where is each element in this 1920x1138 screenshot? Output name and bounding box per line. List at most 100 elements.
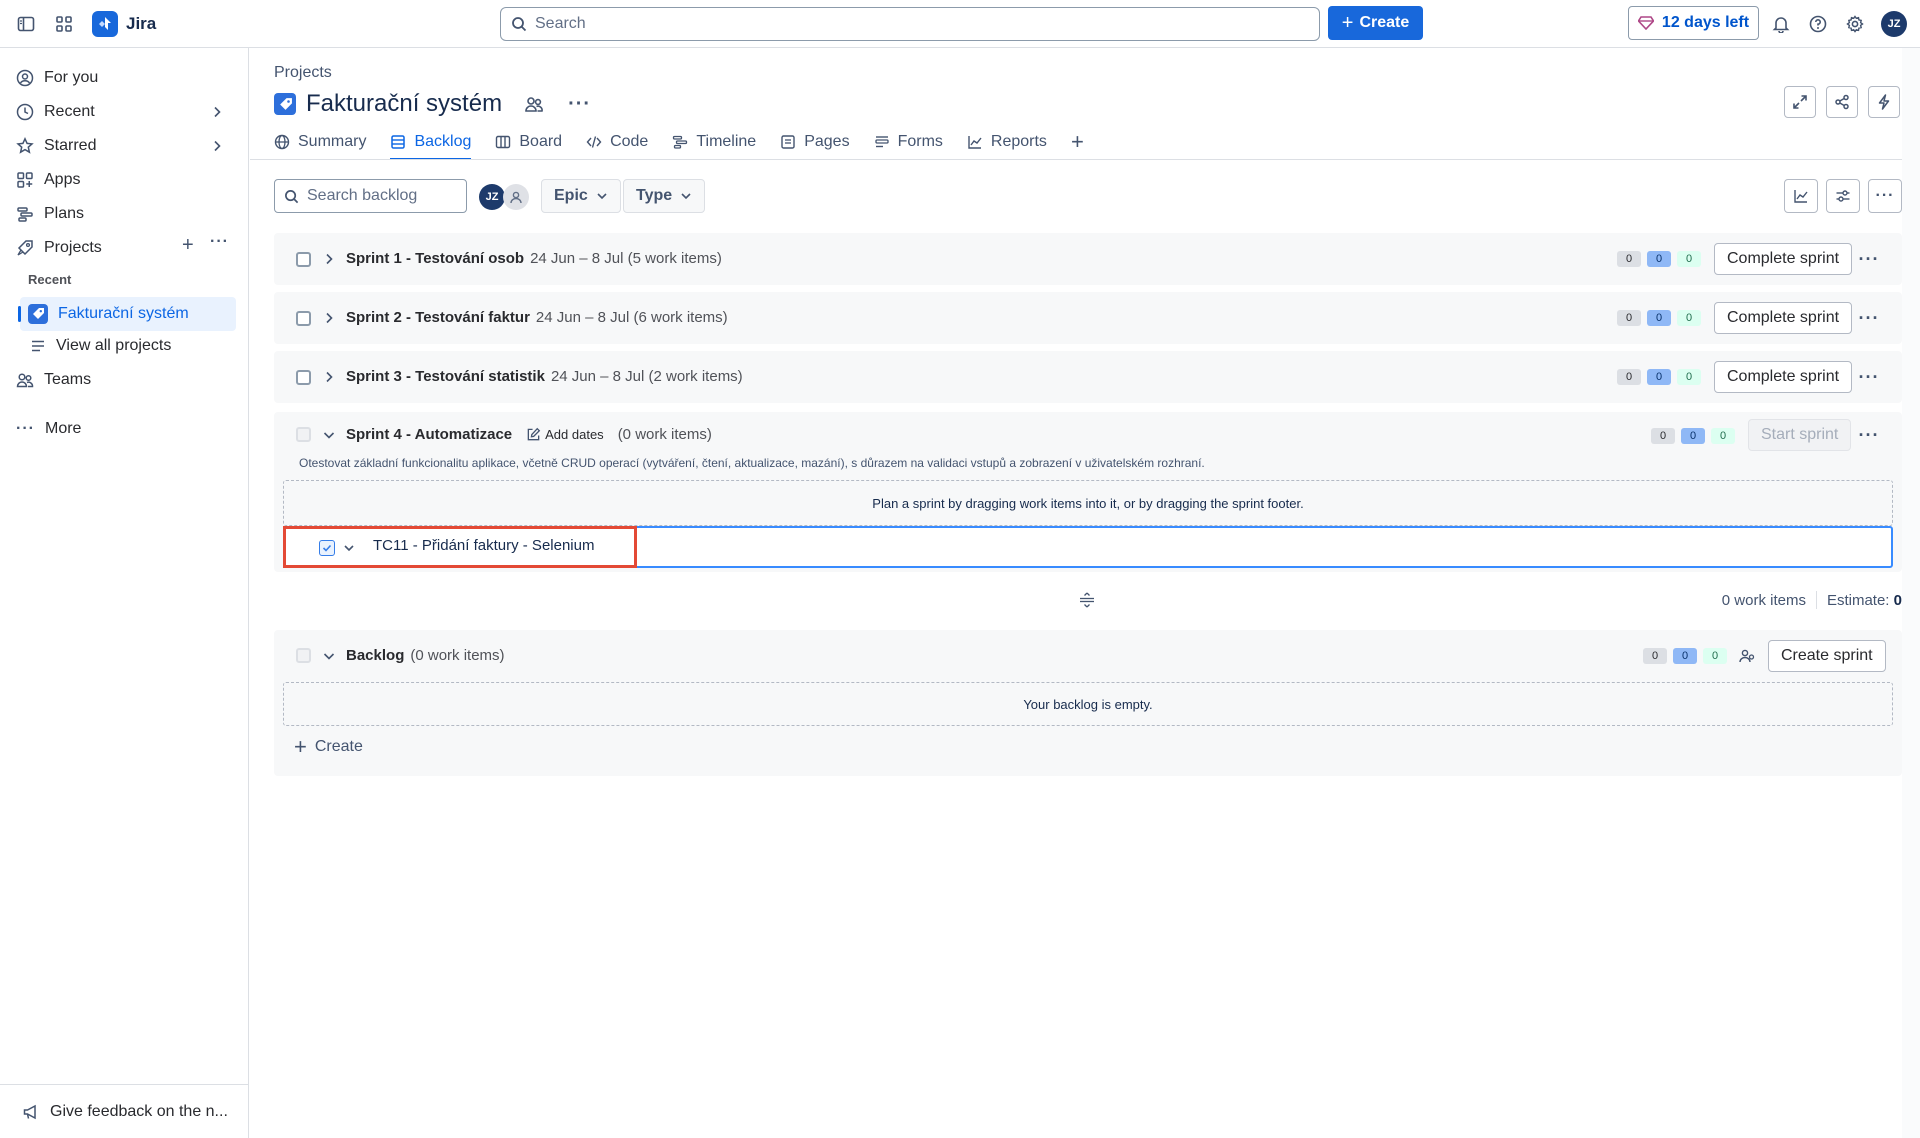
fullscreen-button[interactable] — [1784, 86, 1816, 118]
tab-pages[interactable]: Pages — [780, 127, 850, 157]
tab-backlog[interactable]: Backlog — [390, 127, 471, 160]
user-circle-icon — [16, 69, 34, 87]
chevron-right-icon[interactable] — [322, 370, 336, 384]
sidebar-item-active-project[interactable]: Fakturační systém — [18, 297, 236, 331]
add-dates-button[interactable]: Add dates — [526, 427, 604, 442]
sidebar-item-apps[interactable]: Apps — [16, 165, 80, 195]
chevron-down-icon[interactable] — [322, 428, 336, 442]
app-switcher-icon[interactable] — [52, 12, 76, 36]
complete-sprint-button[interactable]: Complete sprint — [1714, 243, 1853, 275]
sprint-row: Sprint 3 - Testování statistik 24 Jun – 8… — [274, 351, 1902, 403]
help-icon[interactable] — [1806, 12, 1830, 36]
backlog-search-input[interactable] — [307, 187, 457, 205]
sidebar-item-for-you[interactable]: For you — [16, 63, 98, 93]
epic-filter-dropdown[interactable]: Epic — [541, 179, 621, 213]
share-button[interactable] — [1826, 86, 1858, 118]
code-icon — [586, 136, 602, 148]
type-filter-label: Type — [636, 187, 673, 204]
estimate-value: 0 — [1893, 591, 1902, 609]
sidebar-item-starred[interactable]: Starred — [16, 131, 96, 161]
backlog-title[interactable]: Backlog (0 work items) — [346, 647, 505, 664]
backlog-empty-state: Your backlog is empty. — [283, 682, 1893, 726]
view-settings-button[interactable] — [1826, 179, 1860, 213]
sprint-select-checkbox[interactable] — [296, 427, 311, 442]
chevron-right-icon[interactable] — [322, 252, 336, 266]
search-input[interactable] — [535, 15, 1295, 33]
create-button[interactable]: + Create — [1328, 6, 1423, 40]
user-avatar[interactable]: JZ — [1881, 11, 1907, 37]
chevron-down-icon[interactable] — [322, 649, 336, 663]
automation-button[interactable] — [1868, 86, 1900, 118]
in-progress-count-badge: 0 — [1647, 369, 1671, 385]
sidebar-toggle-icon[interactable] — [14, 12, 38, 36]
chevron-right-icon[interactable] — [322, 311, 336, 325]
insights-button[interactable] — [1784, 179, 1818, 213]
sprint-title[interactable]: Sprint 3 - Testování statistik 24 Jun – 8… — [346, 368, 743, 385]
tab-summary[interactable]: Summary — [274, 127, 366, 157]
complete-sprint-button[interactable]: Complete sprint — [1714, 302, 1853, 334]
add-tab-plus-icon[interactable]: + — [1071, 127, 1084, 157]
type-filter-dropdown[interactable]: Type — [623, 179, 706, 213]
backlog-select-checkbox[interactable] — [296, 648, 311, 663]
notifications-bell-icon[interactable] — [1769, 12, 1793, 36]
sprint-title[interactable]: Sprint 2 - Testování faktur 24 Jun – 8 Ju… — [346, 309, 728, 326]
sidebar-item-teams[interactable]: Teams — [16, 365, 91, 395]
chevron-down-icon[interactable] — [343, 542, 355, 554]
add-project-plus-icon[interactable]: + — [182, 234, 194, 257]
trial-button[interactable]: 12 days left — [1628, 6, 1759, 40]
more-actions-button[interactable]: ··· — [1868, 179, 1902, 213]
assignee-avatar-filter[interactable]: JZ — [479, 184, 505, 210]
tab-reports[interactable]: Reports — [967, 127, 1047, 157]
new-work-item-input[interactable] — [373, 537, 873, 554]
reports-chart-icon — [968, 136, 982, 149]
sidebar-item-more[interactable]: ··· More — [16, 414, 81, 444]
project-more-icon[interactable]: ··· — [568, 93, 591, 116]
pages-icon — [781, 135, 795, 149]
backlog-create-button[interactable]: + Create — [294, 736, 363, 758]
sidebar-item-projects[interactable]: Projects — [16, 233, 102, 263]
chevron-right-icon[interactable] — [210, 139, 224, 153]
unassigned-avatar-filter[interactable] — [503, 184, 529, 210]
jira-logo[interactable]: Jira — [92, 11, 156, 37]
breadcrumb[interactable]: Projects — [274, 64, 332, 82]
projects-more-icon[interactable]: ··· — [210, 233, 229, 251]
sprint-more-icon[interactable]: ··· — [1853, 302, 1885, 334]
people-filter-icon[interactable] — [1738, 647, 1756, 665]
sprint-title[interactable]: Sprint 1 - Testování osob 24 Jun – 8 Jul … — [346, 250, 722, 267]
settings-gear-icon[interactable] — [1843, 12, 1867, 36]
sprint-more-icon[interactable]: ··· — [1853, 419, 1885, 451]
team-people-icon[interactable] — [524, 94, 544, 114]
sidebar-item-recent[interactable]: Recent — [16, 97, 95, 127]
todo-count-badge: 0 — [1643, 648, 1667, 664]
plus-icon: + — [294, 734, 307, 759]
sidebar-item-view-all-projects[interactable]: View all projects — [30, 331, 171, 361]
complete-sprint-button[interactable]: Complete sprint — [1714, 361, 1853, 393]
backlog-search[interactable] — [274, 179, 467, 213]
share-icon — [1835, 94, 1849, 110]
tab-code[interactable]: Code — [586, 127, 648, 157]
scrollbar-track[interactable] — [1902, 48, 1920, 1138]
sprint-title[interactable]: Sprint 4 - Automatizace Add dates (0 wor… — [346, 426, 712, 443]
sprint-more-icon[interactable]: ··· — [1853, 361, 1885, 393]
global-search[interactable] — [500, 7, 1320, 41]
done-count-badge: 0 — [1677, 251, 1701, 267]
project-header: Fakturační systém ··· — [274, 90, 591, 118]
tab-forms[interactable]: Forms — [874, 127, 943, 157]
create-sprint-button[interactable]: Create sprint — [1768, 640, 1886, 672]
sprint-more-icon[interactable]: ··· — [1853, 243, 1885, 275]
new-work-item-row[interactable] — [283, 526, 1893, 568]
tab-board[interactable]: Board — [495, 127, 562, 157]
sprint-select-checkbox[interactable] — [296, 370, 311, 385]
sprint-select-checkbox[interactable] — [296, 311, 311, 326]
edit-pencil-icon — [527, 427, 541, 441]
sidebar-item-plans[interactable]: Plans — [16, 199, 84, 229]
sprint-select-checkbox[interactable] — [296, 252, 311, 267]
status-counts: 0 0 0 — [1651, 428, 1735, 444]
drag-handle-icon[interactable] — [1078, 591, 1096, 609]
tab-timeline[interactable]: Timeline — [672, 127, 756, 157]
start-sprint-button[interactable]: Start sprint — [1748, 419, 1852, 451]
work-type-task-icon[interactable] — [319, 540, 335, 556]
give-feedback-button[interactable]: Give feedback on the n... — [0, 1084, 249, 1138]
chevron-right-icon[interactable] — [210, 105, 224, 119]
tab-label: Summary — [298, 133, 367, 150]
